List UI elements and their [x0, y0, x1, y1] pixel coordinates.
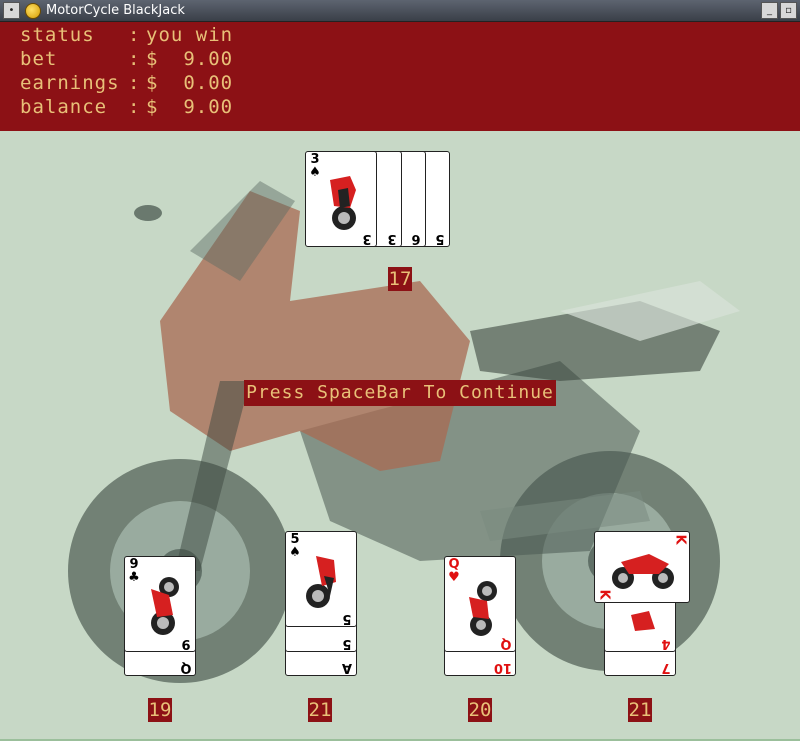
separator: : [128, 96, 141, 118]
card-rank: 5 [342, 611, 352, 626]
card-rank: 7 [661, 660, 671, 675]
card-rank: 6 [411, 231, 421, 246]
card-rank: Q [500, 636, 512, 651]
hand-total: 21 [628, 698, 652, 722]
motorcycle-card-art [330, 176, 356, 230]
earnings-value: $ 0.00 [146, 72, 234, 94]
player-card-doubled: K K [594, 531, 690, 603]
maximize-button[interactable]: ▫ [780, 2, 797, 19]
motorcycle-card-art [306, 556, 336, 608]
card-rank: Q [180, 660, 192, 675]
status-panel: status: you win bet: $ 9.00 earnings: $ 0.0… [0, 22, 800, 131]
hand-total: 21 [308, 698, 332, 722]
bet-value: $ 9.00 [146, 48, 234, 70]
card-rank: 5 [342, 636, 352, 651]
hand-total: 20 [468, 698, 492, 722]
balance-label: balance [20, 96, 108, 118]
card-rank: 4 [661, 636, 671, 651]
hand-total: 19 [148, 698, 172, 722]
bet-row: bet: $ 9.00 [20, 48, 233, 72]
status-label: status [20, 24, 95, 46]
dealer-card: 3 ♠ 3 [305, 151, 377, 247]
window-controls: _ ▫ [761, 2, 797, 19]
separator: : [128, 72, 141, 94]
status-row: status: you win [20, 24, 233, 48]
earnings-label: earnings [20, 72, 120, 94]
separator: : [128, 24, 141, 46]
earnings-row: earnings: $ 0.00 [20, 72, 233, 96]
card-rank: 3 [362, 231, 372, 246]
bet-label: bet [20, 48, 58, 70]
balance-row: balance: $ 9.00 [20, 96, 233, 120]
separator: : [128, 48, 141, 70]
title-bar: • MotorCycle BlackJack _ ▫ [0, 0, 800, 22]
balance-value: $ 9.00 [146, 96, 234, 118]
card-rank: 3 [387, 231, 397, 246]
status-value: you win [146, 24, 234, 46]
window-menu-button[interactable]: • [3, 2, 20, 19]
card-rank: 10 [493, 660, 512, 675]
continue-prompt: Press SpaceBar To Continue [244, 380, 556, 406]
window-title: MotorCycle BlackJack [46, 3, 185, 18]
card-rank: K [672, 534, 688, 545]
motorcycle-card-art [151, 577, 179, 635]
motorcycle-card-art [469, 581, 497, 636]
card-rank: 9 [181, 636, 191, 651]
player-card: 5 ♠ 5 [285, 531, 357, 627]
card-rank: A [341, 660, 353, 675]
player-card: 9 ♣ 9 [124, 556, 196, 652]
minimize-button[interactable]: _ [761, 2, 778, 19]
card-rank: 5 [435, 231, 445, 246]
motorcycle-card-art [612, 554, 674, 589]
player-card: Q ♥ Q [444, 556, 516, 652]
python-icon [25, 2, 41, 19]
dealer-total: 17 [388, 267, 412, 291]
